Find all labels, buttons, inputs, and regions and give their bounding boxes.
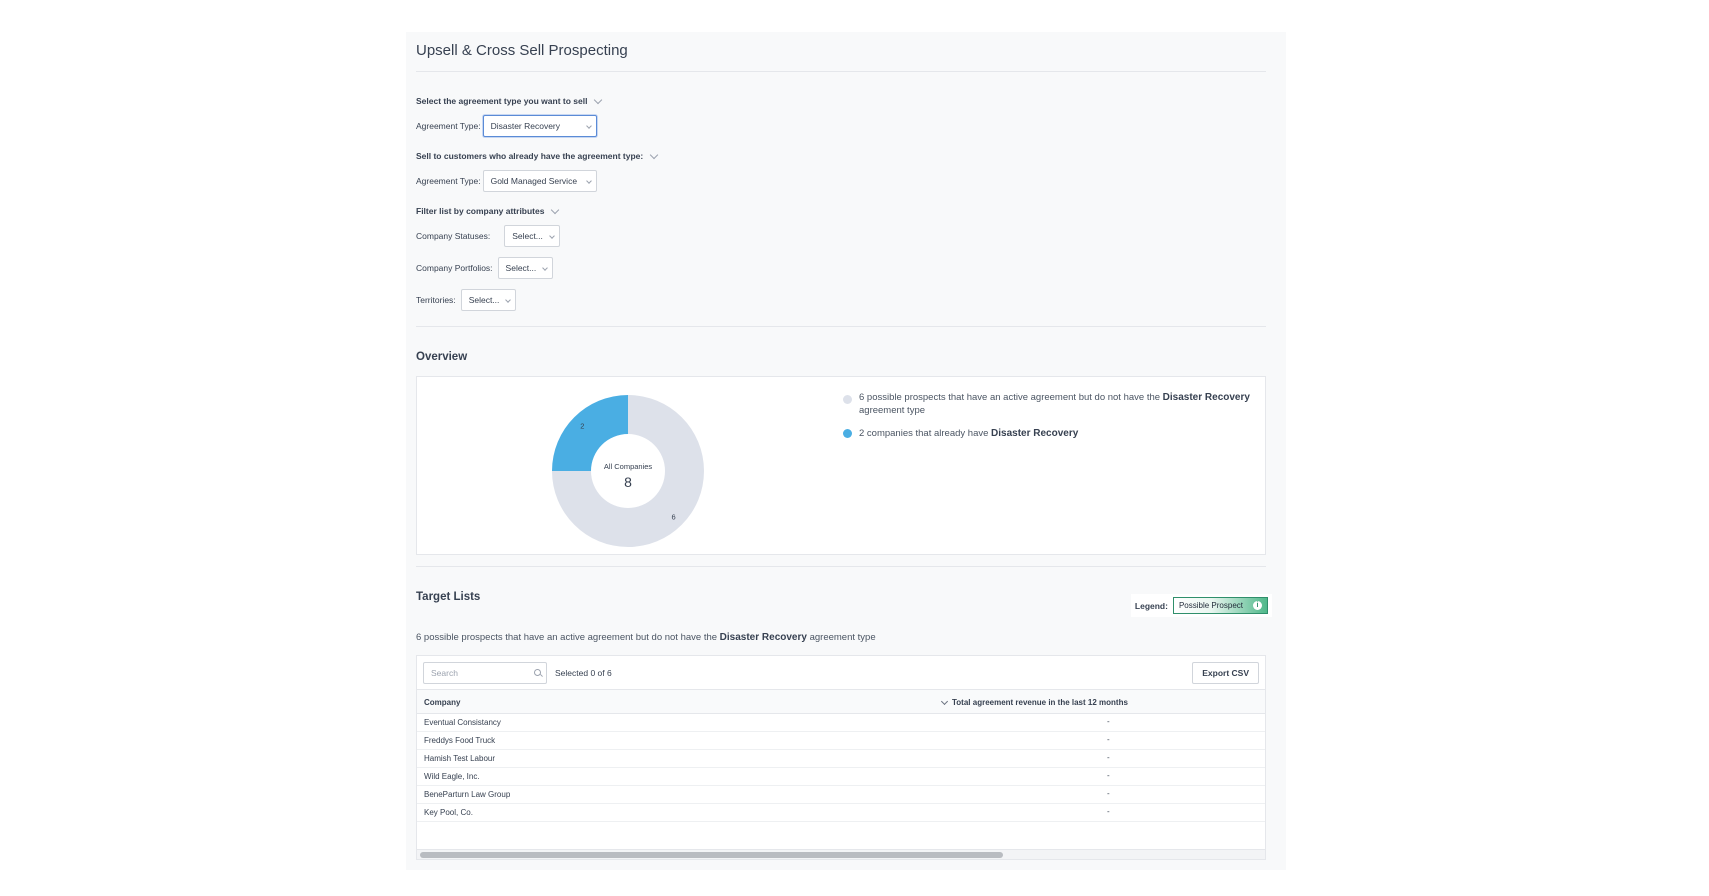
donut-center-label: All Companies (604, 462, 653, 471)
possible-prospect-badge: Possible Prospect i (1172, 597, 1268, 614)
filter-section-toggle[interactable]: Filter list by company attributes (416, 205, 560, 216)
territories-label: Territories: (416, 295, 456, 305)
export-csv-button[interactable]: Export CSV (1192, 662, 1259, 684)
select-value: Disaster Recovery (490, 121, 561, 131)
donut-chart: 2 6 All Companies 8 (552, 395, 704, 547)
divider (416, 71, 1266, 72)
sell-section-label: Select the agreement type you want to se… (416, 96, 588, 106)
company-cell: Wild Eagle, Inc. (424, 772, 480, 781)
company-cell: Freddys Food Truck (424, 736, 496, 745)
caret-down-icon (542, 265, 549, 271)
divider (416, 326, 1266, 327)
caret-down-icon (505, 297, 512, 303)
revenue-cell: - (1107, 735, 1110, 744)
revenue-cell: - (1107, 717, 1110, 726)
column-header-revenue[interactable]: Total agreement revenue in the last 12 m… (940, 697, 1128, 707)
company-portfolios-label: Company Portfolios: (416, 263, 493, 273)
company-statuses-row: Company Statuses: Select... (416, 225, 560, 247)
target-table: Search Selected 0 of 6 Export CSV Compan… (416, 655, 1266, 860)
company-cell: Eventual Consistancy (424, 718, 501, 727)
company-portfolios-row: Company Portfolios: Select... (416, 257, 554, 279)
donut-slice-label: 6 (672, 513, 676, 522)
select-value: Gold Managed Service (490, 176, 578, 186)
legend-dot (843, 395, 852, 404)
table-header: Company Total agreement revenue in the l… (417, 689, 1265, 714)
chevron-down-icon (551, 205, 560, 214)
donut-center-value: 8 (624, 474, 632, 490)
select-value: Select... (505, 263, 537, 273)
search-input[interactable]: Search (423, 662, 547, 684)
selected-count: Selected 0 of 6 (555, 668, 612, 678)
existing-agreement-row: Agreement Type: Gold Managed Service (416, 170, 597, 192)
search-icon (534, 669, 541, 676)
revenue-cell: - (1107, 771, 1110, 780)
donut-slice-label: 2 (580, 421, 584, 430)
select-value: Select... (468, 295, 500, 305)
divider (416, 566, 1266, 567)
search-placeholder: Search (431, 668, 458, 678)
company-statuses-select[interactable]: Select... (504, 225, 560, 247)
target-lists-subtext: 6 possible prospects that have an active… (416, 632, 876, 643)
agreement-type-label: Agreement Type: (416, 176, 481, 186)
page-title: Upsell & Cross Sell Prospecting (416, 42, 628, 59)
agreement-type-label: Agreement Type: (416, 121, 481, 131)
caret-down-icon (585, 178, 592, 184)
table-row[interactable]: Eventual Consistancy - (417, 714, 1265, 732)
revenue-cell: - (1107, 753, 1110, 762)
select-value: Select... (512, 231, 543, 241)
existing-section-label: Sell to customers who already have the a… (416, 151, 644, 161)
caret-down-icon (585, 123, 592, 129)
table-row[interactable]: Hamish Test Labour - (417, 750, 1265, 768)
target-lists-heading: Target Lists (416, 591, 481, 603)
legend-label: Legend: (1134, 600, 1168, 611)
horizontal-scrollbar[interactable] (417, 849, 1265, 859)
chevron-down-icon (649, 150, 659, 159)
revenue-cell: - (1107, 807, 1110, 816)
company-cell: Key Pool, Co. (424, 808, 473, 817)
scrollbar-thumb[interactable] (420, 852, 1003, 858)
company-portfolios-select[interactable]: Select... (497, 257, 554, 279)
territories-select[interactable]: Select... (460, 289, 517, 311)
info-icon[interactable]: i (1253, 601, 1262, 610)
legend-text: 2 companies that already have Disaster R… (859, 428, 1079, 439)
company-cell: BeneParturn Law Group (424, 790, 511, 799)
chevron-down-icon (594, 95, 603, 104)
revenue-cell: - (1107, 789, 1110, 798)
overview-heading: Overview (416, 351, 468, 363)
sell-agreement-row: Agreement Type: Disaster Recovery (416, 115, 597, 137)
existing-section-toggle[interactable]: Sell to customers who already have the a… (416, 150, 659, 161)
target-legend: Legend: Possible Prospect i (1130, 594, 1272, 617)
table-row[interactable]: BeneParturn Law Group - (417, 786, 1265, 804)
overview-card: 2 6 All Companies 8 6 possible prospects … (416, 376, 1266, 555)
column-header-company[interactable]: Company (424, 698, 460, 707)
legend-item-existing: 2 companies that already have Disaster R… (843, 427, 1263, 440)
table-row[interactable]: Key Pool, Co. - (417, 804, 1265, 822)
donut-slice-existing[interactable] (552, 395, 628, 471)
prospecting-panel: Upsell & Cross Sell Prospecting Select t… (406, 32, 1286, 870)
legend-text: 6 possible prospects that have an active… (859, 392, 1250, 416)
legend-dot (843, 429, 852, 438)
sell-section-toggle[interactable]: Select the agreement type you want to se… (416, 95, 603, 106)
caret-down-icon (549, 233, 555, 239)
territories-row: Territories: Select... (416, 289, 517, 311)
existing-agreement-type-select[interactable]: Gold Managed Service (482, 170, 597, 192)
table-row[interactable]: Wild Eagle, Inc. - (417, 768, 1265, 786)
company-statuses-label: Company Statuses: (416, 231, 491, 241)
sell-agreement-type-select[interactable]: Disaster Recovery (482, 115, 597, 137)
company-cell: Hamish Test Labour (424, 754, 495, 763)
filter-section-label: Filter list by company attributes (416, 206, 545, 216)
sort-chevron-icon (940, 697, 949, 705)
legend-item-prospects: 6 possible prospects that have an active… (843, 391, 1263, 417)
table-row[interactable]: Freddys Food Truck - (417, 732, 1265, 750)
